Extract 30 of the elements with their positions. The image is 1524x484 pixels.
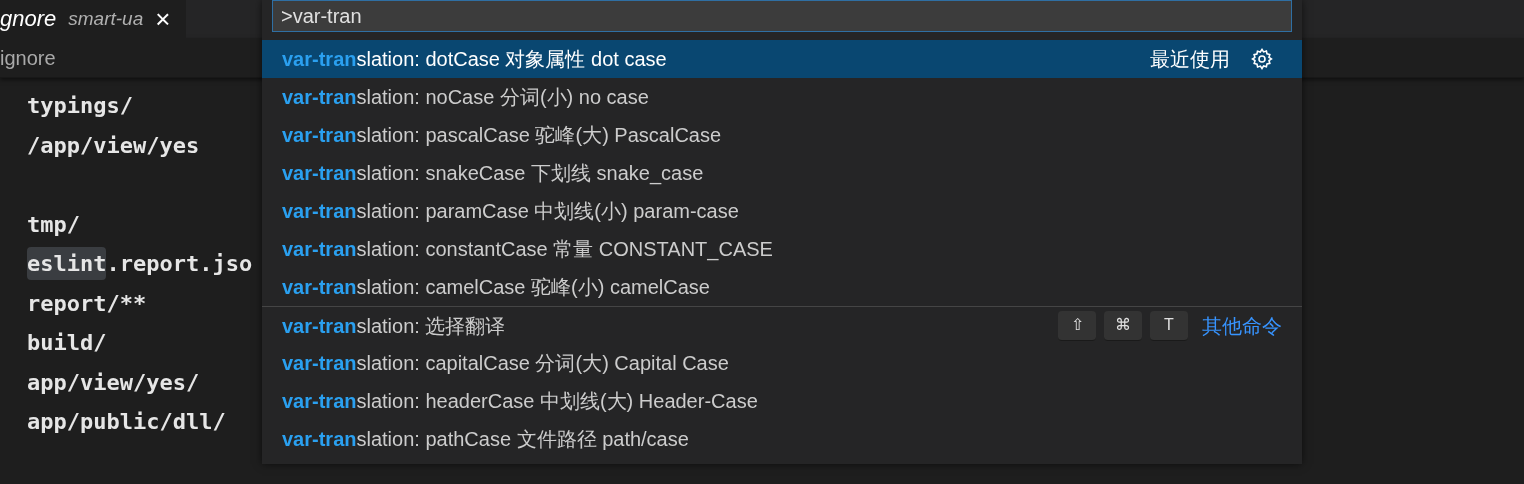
command-input[interactable]: >var-tran <box>272 0 1292 32</box>
code-text: app/view/yes/ <box>27 368 200 397</box>
command-item[interactable]: var-translation: pathCase 文件路径 path/case <box>262 420 1302 458</box>
command-item[interactable]: var-translation: snakeCase 下划线 snake_case <box>262 154 1302 192</box>
group-label: 最近使用 <box>1150 47 1230 72</box>
command-item[interactable]: var-translation: headerCase 中划线(大) Header-Case <box>262 382 1302 420</box>
group-label: 其他命令 <box>1202 313 1282 339</box>
settings-icon[interactable] <box>1250 47 1274 71</box>
command-item[interactable]: var-translation: paramCase 中划线(小) param-case <box>262 192 1302 230</box>
code-text: typings/ <box>27 92 133 121</box>
key-cap: ⌘ <box>1104 310 1142 341</box>
editor-tab[interactable]: gnore smart-ua × <box>0 0 187 38</box>
code-text: /app/view/yes <box>27 131 200 160</box>
breadcrumb[interactable]: ignore <box>0 42 56 73</box>
command-item[interactable]: var-translation: camelCase 驼峰(小) camelCase <box>262 268 1302 306</box>
code-text: tmp/ <box>27 210 80 239</box>
key-cap: ⇧ <box>1058 310 1096 341</box>
code-text: build/ <box>27 329 107 358</box>
close-icon[interactable]: × <box>155 6 171 32</box>
highlighted-code-text: eslint <box>27 247 107 281</box>
command-item[interactable]: var-translation: 选择翻译 ⇧ ⌘ T 其他命令 <box>262 306 1302 344</box>
code-text: .report.jso <box>106 250 253 279</box>
code-text: app/public/dll/ <box>27 408 226 437</box>
command-item[interactable]: var-translation: constantCase 常量 CONSTANT_CASE <box>262 230 1302 268</box>
command-item[interactable]: var-translation: pascalCase 驼峰(大) PascalCase <box>262 116 1302 154</box>
code-text: report/** <box>27 289 147 318</box>
command-item[interactable]: var-translation: dotCase 对象属性 dot case 最近使用 <box>262 40 1302 78</box>
key-cap: T <box>1150 310 1188 341</box>
command-item[interactable]: var-translation: noCase 分词(小) no case <box>262 78 1302 116</box>
command-item[interactable]: var-translation: capitalCase 分词(大) Capital Case <box>262 344 1302 382</box>
